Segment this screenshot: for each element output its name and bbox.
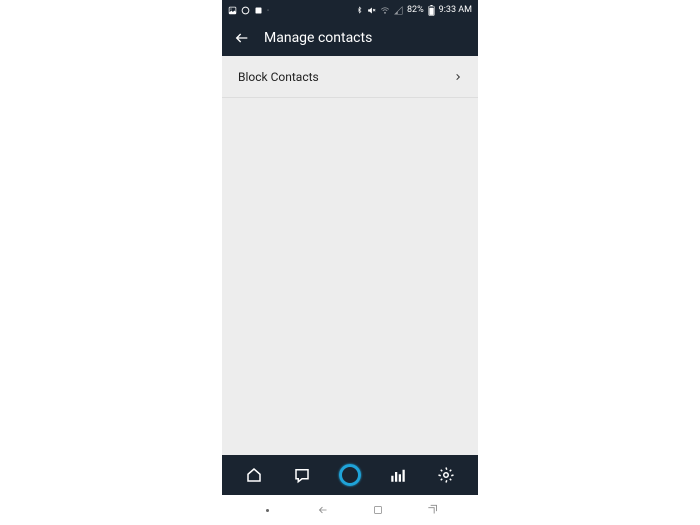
- sys-home[interactable]: [363, 504, 393, 516]
- nav-settings[interactable]: [428, 457, 464, 493]
- bluetooth-icon: [356, 5, 363, 15]
- block-contacts-row[interactable]: Block Contacts: [222, 56, 478, 98]
- sys-back[interactable]: [308, 503, 338, 517]
- mute-icon: [367, 6, 376, 15]
- status-left: ·: [228, 6, 269, 15]
- nav-home[interactable]: [236, 457, 272, 493]
- battery-percent: 82%: [407, 5, 424, 15]
- system-nav-bar: [222, 495, 478, 525]
- battery-icon: [428, 5, 435, 16]
- wifi-icon: [380, 6, 390, 15]
- image-icon: [228, 6, 237, 15]
- content-area: Block Contacts: [222, 56, 478, 455]
- phone-frame: · 82% 9:33 AM Manage contacts: [222, 0, 478, 525]
- sync-icon: [241, 6, 250, 15]
- nav-alexa[interactable]: [332, 457, 368, 493]
- alexa-ring-icon: [339, 464, 361, 486]
- status-right: 82% 9:33 AM: [356, 5, 472, 16]
- sys-recent[interactable]: [418, 503, 448, 517]
- media-icon: [254, 6, 263, 15]
- sys-menu[interactable]: [253, 509, 283, 512]
- chevron-right-icon: [454, 71, 462, 83]
- nav-music[interactable]: [380, 457, 416, 493]
- app-bottom-nav: [222, 455, 478, 495]
- signal-icon: [394, 6, 403, 15]
- status-bar: · 82% 9:33 AM: [222, 0, 478, 20]
- nav-messages[interactable]: [284, 457, 320, 493]
- status-dot: ·: [267, 6, 269, 15]
- back-button[interactable]: [234, 30, 250, 46]
- list-item-label: Block Contacts: [238, 70, 319, 84]
- app-header: Manage contacts: [222, 20, 478, 56]
- page-title: Manage contacts: [264, 30, 372, 46]
- clock-time: 9:33 AM: [439, 5, 472, 15]
